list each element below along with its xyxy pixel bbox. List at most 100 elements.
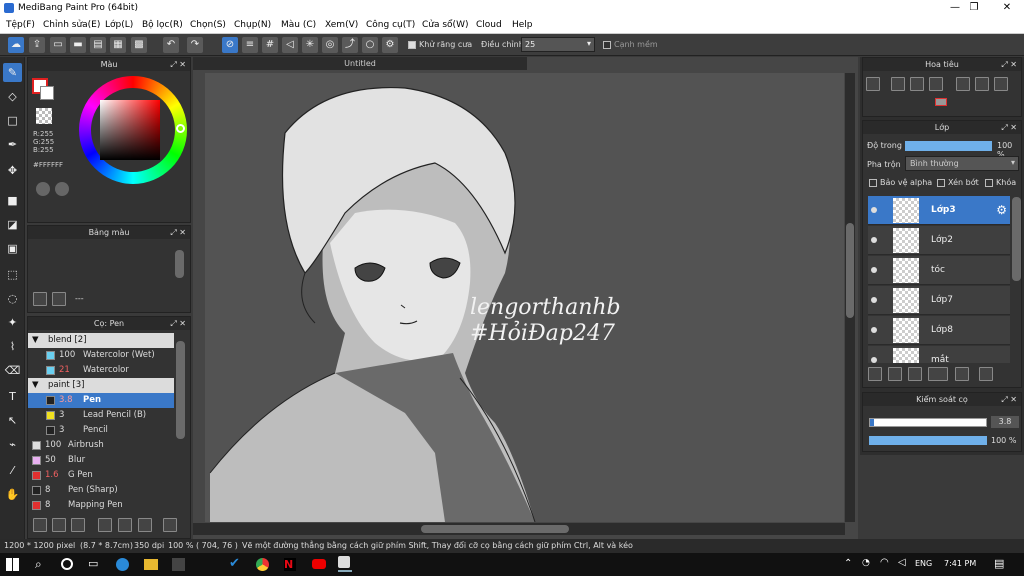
brush-item[interactable]: 50 Blur bbox=[28, 453, 174, 468]
close-button[interactable]: ✕ bbox=[990, 0, 1024, 17]
clipping-checkbox[interactable]: Xén bớt bbox=[937, 178, 979, 187]
brush-size-slider[interactable] bbox=[869, 418, 987, 427]
brush-item[interactable]: 100 Watercolor (Wet) bbox=[28, 348, 174, 363]
parallel-snap-icon[interactable]: ≡ bbox=[242, 37, 258, 53]
trash-icon[interactable] bbox=[163, 518, 177, 532]
protect-alpha-checkbox[interactable]: Bảo vệ alpha bbox=[869, 178, 932, 187]
medibang-task-icon[interactable] bbox=[338, 556, 352, 572]
brush-item[interactable]: 21 Watercolor bbox=[28, 363, 174, 378]
no-snap-icon[interactable]: ⊘ bbox=[222, 37, 238, 53]
clock[interactable]: 7:41 PM bbox=[944, 559, 976, 568]
blend-mode-select[interactable]: Bình thường ▾ bbox=[905, 156, 1019, 171]
brush-item[interactable]: 100 Airbrush bbox=[28, 438, 174, 453]
layer-row[interactable]: Lớp2 bbox=[868, 226, 1010, 255]
zoom-out-icon[interactable] bbox=[929, 77, 943, 91]
lock-checkbox[interactable]: Khóa bbox=[985, 178, 1016, 187]
zoom-in-alt-icon[interactable] bbox=[891, 77, 905, 91]
wifi-icon[interactable]: ◠ bbox=[880, 557, 889, 568]
brush-size-value[interactable]: 3.8 bbox=[991, 416, 1019, 428]
tiles-icon[interactable]: ▩ bbox=[131, 37, 147, 53]
pen-tool-icon[interactable]: ✒ bbox=[3, 135, 22, 154]
menu-window[interactable]: Cửa sổ(W) bbox=[422, 20, 468, 30]
folder-icon[interactable] bbox=[955, 367, 969, 381]
menu-layer[interactable]: Lớp(L) bbox=[105, 20, 133, 30]
cross-snap-icon[interactable]: # bbox=[262, 37, 278, 53]
todo-icon[interactable]: ✔ bbox=[229, 556, 240, 571]
maximize-button[interactable]: ❐ bbox=[957, 0, 991, 17]
cloud-icon[interactable]: ☁ bbox=[8, 37, 24, 53]
layer-row[interactable]: tóc bbox=[868, 256, 1010, 285]
menu-filter[interactable]: Bộ lọc(R) bbox=[142, 20, 183, 30]
select-rect-icon[interactable]: ⬚ bbox=[3, 265, 22, 284]
divide-tool-icon[interactable]: ⌁ bbox=[3, 435, 22, 454]
rotate-right-icon[interactable] bbox=[994, 77, 1008, 91]
zoom-in-icon[interactable] bbox=[866, 77, 880, 91]
undo-icon[interactable]: ↶ bbox=[163, 37, 179, 53]
notification-icon[interactable]: ▤ bbox=[994, 557, 1004, 570]
lasso-icon[interactable]: ◌ bbox=[3, 289, 22, 308]
chat-icon[interactable]: ▭ bbox=[50, 37, 66, 53]
menu-edit[interactable]: Chỉnh sửa(E) bbox=[43, 20, 100, 30]
copy-icon[interactable] bbox=[98, 518, 112, 532]
copy-layer-icon[interactable] bbox=[908, 367, 922, 381]
brush-item-selected[interactable]: 3.8Pen⚙ bbox=[28, 393, 174, 408]
brush-group-paint[interactable]: ▼ paint [3] bbox=[28, 378, 174, 393]
store-icon[interactable] bbox=[172, 558, 185, 571]
move-tool-icon[interactable]: ✥ bbox=[3, 161, 22, 180]
chrome-icon[interactable] bbox=[256, 558, 269, 571]
youtube-icon[interactable] bbox=[312, 559, 326, 569]
language-indicator[interactable]: ENG bbox=[915, 559, 932, 568]
netflix-icon[interactable]: N bbox=[284, 558, 296, 571]
menu-help[interactable]: Help bbox=[512, 20, 533, 30]
layer-row[interactable]: Lớp7 bbox=[868, 286, 1010, 315]
folder-icon[interactable] bbox=[118, 518, 132, 532]
rotate-left-icon[interactable] bbox=[956, 77, 970, 91]
magic-wand-icon[interactable]: ✦ bbox=[3, 313, 22, 332]
menu-select[interactable]: Chọn(S) bbox=[190, 20, 226, 30]
operation-tool-icon[interactable]: ↖ bbox=[3, 411, 22, 430]
menu-tools[interactable]: Công cụ(T) bbox=[366, 20, 415, 30]
antialias-checkbox[interactable]: Khử răng cưa bbox=[408, 40, 472, 49]
correction-select[interactable]: 25 ▾ bbox=[521, 37, 595, 52]
network-icon[interactable]: ◔ bbox=[862, 558, 870, 568]
grid-icon[interactable]: ▦ bbox=[110, 37, 126, 53]
palette-scrollbar[interactable] bbox=[175, 250, 184, 278]
menu-color[interactable]: Màu (C) bbox=[281, 20, 316, 30]
canvas-vscroll[interactable] bbox=[845, 73, 855, 522]
fill-rect-tool-icon[interactable]: ■ bbox=[3, 191, 22, 210]
page-icon[interactable]: ▤ bbox=[90, 37, 106, 53]
flip-icon[interactable] bbox=[975, 77, 989, 91]
menu-file[interactable]: Tệp(F) bbox=[6, 20, 35, 30]
soft-edge-checkbox[interactable]: Cạnh mềm bbox=[603, 40, 658, 49]
fit-icon[interactable] bbox=[910, 77, 924, 91]
duplicate-icon[interactable] bbox=[979, 367, 993, 381]
hand-tool-icon[interactable]: ✋ bbox=[3, 485, 22, 504]
share-icon[interactable]: ⇪ bbox=[29, 37, 45, 53]
eraser-tool-icon[interactable]: ◇ bbox=[3, 87, 22, 106]
saturation-square[interactable] bbox=[100, 100, 160, 160]
drawing-canvas[interactable]: lengorthanhb #HỏiĐap247 bbox=[205, 73, 844, 523]
brush-tool-icon[interactable]: ✎ bbox=[3, 63, 22, 82]
new-layer-icon[interactable] bbox=[868, 367, 882, 381]
layer-scrollbar[interactable] bbox=[1012, 197, 1021, 281]
select-pen-icon[interactable]: ⌇ bbox=[3, 337, 22, 356]
new-layer-alt-icon[interactable] bbox=[888, 367, 902, 381]
layer-row[interactable]: Lớp3 ⚙ bbox=[868, 196, 1010, 225]
menu-cloud[interactable]: Cloud bbox=[476, 20, 502, 30]
brush-item[interactable]: 8 Mapping Pen bbox=[28, 498, 174, 513]
redo-icon[interactable]: ↷ bbox=[187, 37, 203, 53]
panel-close-icon[interactable]: ⤢ ✕ bbox=[1001, 58, 1017, 71]
new-palette-icon[interactable] bbox=[33, 292, 47, 306]
transparent-swatch[interactable] bbox=[36, 108, 52, 124]
circle-snap-icon[interactable]: ◎ bbox=[322, 37, 338, 53]
cortana-icon[interactable] bbox=[61, 558, 73, 570]
panel-close-icon[interactable]: ⤢ ✕ bbox=[170, 226, 186, 239]
canvas-hscroll[interactable] bbox=[193, 523, 845, 535]
palette-icon[interactable] bbox=[36, 182, 50, 196]
brush-menu-icon[interactable] bbox=[71, 518, 85, 532]
text-tool-icon[interactable]: T bbox=[3, 387, 22, 406]
panel-close-icon[interactable]: ⤢ ✕ bbox=[170, 58, 186, 71]
vanish-snap-icon[interactable]: ◁ bbox=[282, 37, 298, 53]
gradient-tool-icon[interactable]: ▣ bbox=[3, 239, 22, 258]
menu-view[interactable]: Xem(V) bbox=[325, 20, 358, 30]
